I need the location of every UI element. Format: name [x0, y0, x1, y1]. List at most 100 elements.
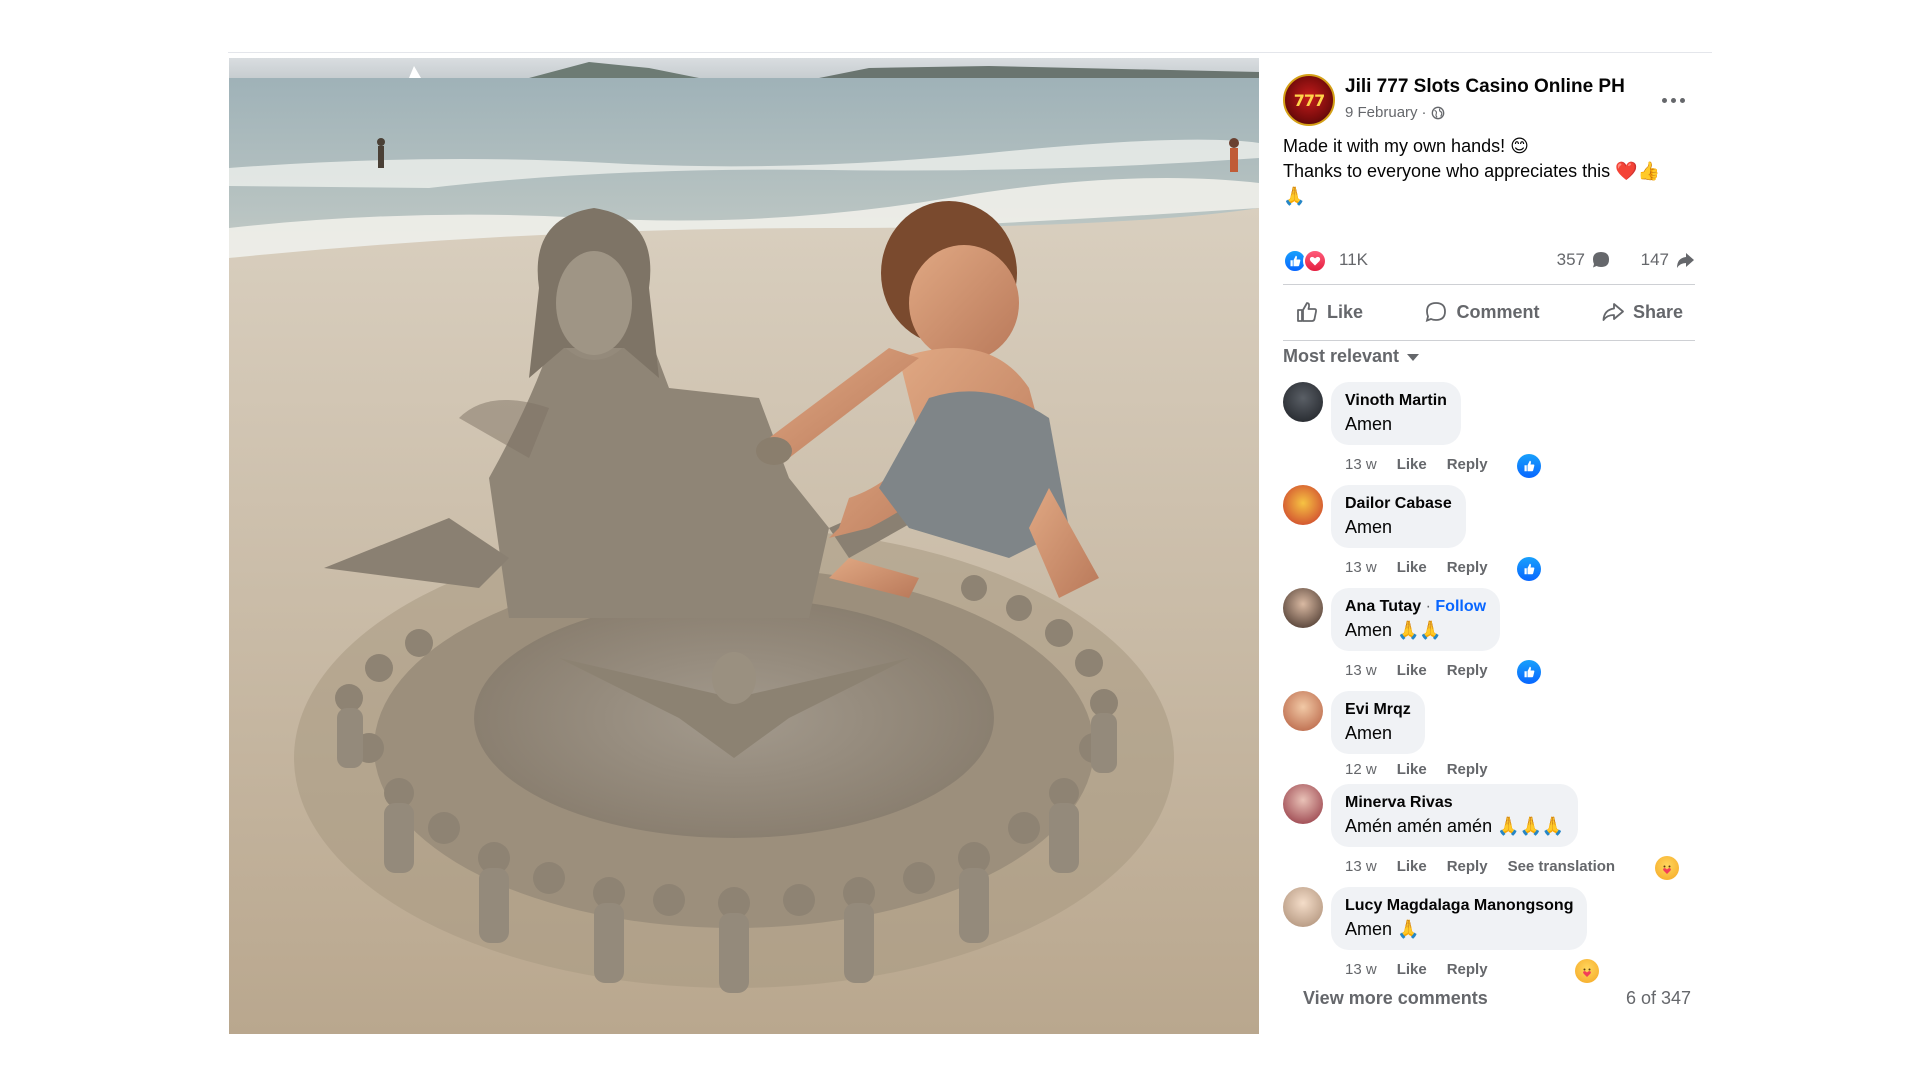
comment-reply-button[interactable]: Reply	[1447, 456, 1488, 473]
post-caption: Made it with my own hands! 😊 Thanks to e…	[1283, 134, 1693, 209]
comment-text: Amen	[1345, 414, 1393, 434]
comment-author-name[interactable]: Ana Tutay	[1345, 598, 1421, 615]
view-more-comments-link[interactable]: View more comments	[1303, 988, 1488, 1009]
see-translation-link[interactable]: See translation	[1508, 858, 1616, 875]
post-header: 777 Jili 777 Slots Casino Online PH 9 Fe…	[1283, 74, 1711, 130]
comment-author[interactable]: Lucy Magdalaga Manongsong	[1345, 895, 1573, 917]
comment-bubble: Lucy Magdalaga Manongsong Amen 🙏	[1331, 887, 1588, 950]
post-meta: 9 February ·	[1345, 104, 1445, 121]
post-photo[interactable]	[229, 58, 1259, 1034]
comment-meta: 13 w Like Reply	[1345, 456, 1488, 473]
share-label: Share	[1632, 301, 1683, 322]
post-stats: 11K 357 147	[1283, 246, 1695, 276]
page-avatar[interactable]: 777	[1283, 74, 1335, 126]
comment-text: Amen	[1345, 517, 1393, 537]
stats-divider	[1283, 284, 1695, 285]
comment-text: Amen	[1345, 723, 1393, 743]
comment-reply-button[interactable]: Reply	[1447, 761, 1488, 778]
comment-bubble: Ana Tutay · Follow Amen 🙏🙏	[1331, 588, 1501, 651]
comment-icon	[1426, 302, 1447, 322]
avatar[interactable]	[1283, 887, 1323, 927]
caption-line-2: Thanks to everyone who appreciates this …	[1283, 161, 1661, 181]
avatar[interactable]	[1283, 691, 1323, 731]
comment-like-button[interactable]: Like	[1397, 559, 1427, 576]
comment-reply-button[interactable]: Reply	[1447, 858, 1488, 875]
comment-time[interactable]: 13 w	[1345, 858, 1377, 875]
reaction-icons[interactable]	[1283, 249, 1327, 273]
comment-meta: 13 w Like Reply See translation	[1345, 858, 1615, 875]
sand-sculpture-photo	[229, 58, 1259, 1034]
comment-like-button[interactable]: Like	[1397, 761, 1427, 778]
comment-time[interactable]: 13 w	[1345, 662, 1377, 679]
comment-reply-button[interactable]: Reply	[1447, 662, 1488, 679]
comment-text: Amen 🙏	[1345, 919, 1420, 939]
comment-count[interactable]: 357	[1557, 250, 1611, 270]
top-divider	[228, 52, 1712, 53]
comment-author[interactable]: Minerva Rivas	[1345, 792, 1564, 814]
share-icon	[1602, 303, 1624, 321]
avatar[interactable]	[1283, 784, 1323, 824]
post-date[interactable]: 9 February	[1345, 104, 1418, 121]
like-reaction-icon[interactable]	[1517, 660, 1541, 684]
meta-separator: ·	[1421, 104, 1427, 121]
caption-line-1: Made it with my own hands! 😊	[1283, 136, 1529, 156]
more-options-button[interactable]	[1657, 88, 1689, 112]
comment-bubble: Minerva Rivas Amén amén amén 🙏🙏🙏	[1331, 784, 1579, 847]
comment-bubble-icon	[1593, 252, 1609, 268]
comment-sort-dropdown[interactable]: Most relevant	[1283, 346, 1420, 367]
comment-like-button[interactable]: Like	[1397, 961, 1427, 978]
comment-button[interactable]: Comment	[1412, 290, 1551, 334]
share-count-value: 147	[1640, 250, 1669, 269]
caption-line-3: 🙏	[1283, 186, 1306, 206]
post-actions: Like Comment Share	[1283, 288, 1695, 336]
comment-count-value: 357	[1556, 250, 1585, 269]
comment-like-button[interactable]: Like	[1397, 662, 1427, 679]
comment-text: Amen 🙏🙏	[1345, 620, 1442, 640]
comment-meta: 13 w Like Reply	[1345, 559, 1488, 576]
comment-meta: 13 w Like Reply	[1345, 961, 1488, 978]
page-name[interactable]: Jili 777 Slots Casino Online PH	[1345, 76, 1625, 98]
comment-reply-button[interactable]: Reply	[1447, 559, 1488, 576]
comment-author[interactable]: Dailor Cabase	[1345, 493, 1452, 515]
comment-author: Ana Tutay · Follow	[1345, 598, 1487, 615]
follow-button[interactable]: Follow	[1435, 598, 1486, 615]
more-dots-icon	[1661, 97, 1667, 103]
globe-icon	[1431, 106, 1444, 119]
comment-bubble: Dailor Cabase Amen	[1331, 485, 1466, 548]
like-reaction-icon[interactable]	[1517, 557, 1541, 581]
comment-bubble: Evi Mrqz Amen	[1331, 691, 1425, 754]
care-reaction-icon[interactable]	[1655, 856, 1679, 880]
like-button[interactable]: Like	[1283, 290, 1375, 334]
thumbs-up-icon	[1297, 302, 1317, 322]
comment-pager: 6 of 347	[1625, 988, 1691, 1008]
share-button[interactable]: Share	[1589, 290, 1695, 334]
comment-author[interactable]: Vinoth Martin	[1345, 390, 1447, 412]
reaction-count[interactable]: 11K	[1339, 250, 1368, 270]
like-label: Like	[1327, 301, 1364, 322]
share-arrow-icon	[1677, 253, 1694, 268]
avatar[interactable]	[1283, 485, 1323, 525]
comment-label: Comment	[1456, 301, 1540, 322]
post-panel: 777 Jili 777 Slots Casino Online PH 9 Fe…	[1259, 58, 1711, 1034]
care-reaction-icon[interactable]	[1575, 959, 1599, 983]
comment-text: Amén amén amén 🙏🙏🙏	[1345, 816, 1565, 836]
actions-divider	[1283, 340, 1695, 341]
love-reaction-icon	[1303, 249, 1327, 273]
avatar-logo-text: 777	[1293, 90, 1325, 110]
comment-like-button[interactable]: Like	[1397, 456, 1427, 473]
comment-time[interactable]: 13 w	[1345, 559, 1377, 576]
sort-label: Most relevant	[1283, 346, 1400, 366]
avatar[interactable]	[1283, 588, 1323, 628]
avatar[interactable]	[1283, 382, 1323, 422]
chevron-down-icon	[1407, 354, 1420, 361]
comment-time[interactable]: 13 w	[1345, 456, 1377, 473]
comment-like-button[interactable]: Like	[1397, 858, 1427, 875]
like-reaction-icon[interactable]	[1517, 454, 1541, 478]
comment-time[interactable]: 12 w	[1345, 761, 1377, 778]
comment-author[interactable]: Evi Mrqz	[1345, 699, 1411, 721]
share-count[interactable]: 147	[1641, 250, 1695, 270]
comment-reply-button[interactable]: Reply	[1447, 961, 1488, 978]
comment-meta: 13 w Like Reply	[1345, 662, 1488, 679]
comment-meta: 12 w Like Reply	[1345, 761, 1488, 778]
comment-time[interactable]: 13 w	[1345, 961, 1377, 978]
